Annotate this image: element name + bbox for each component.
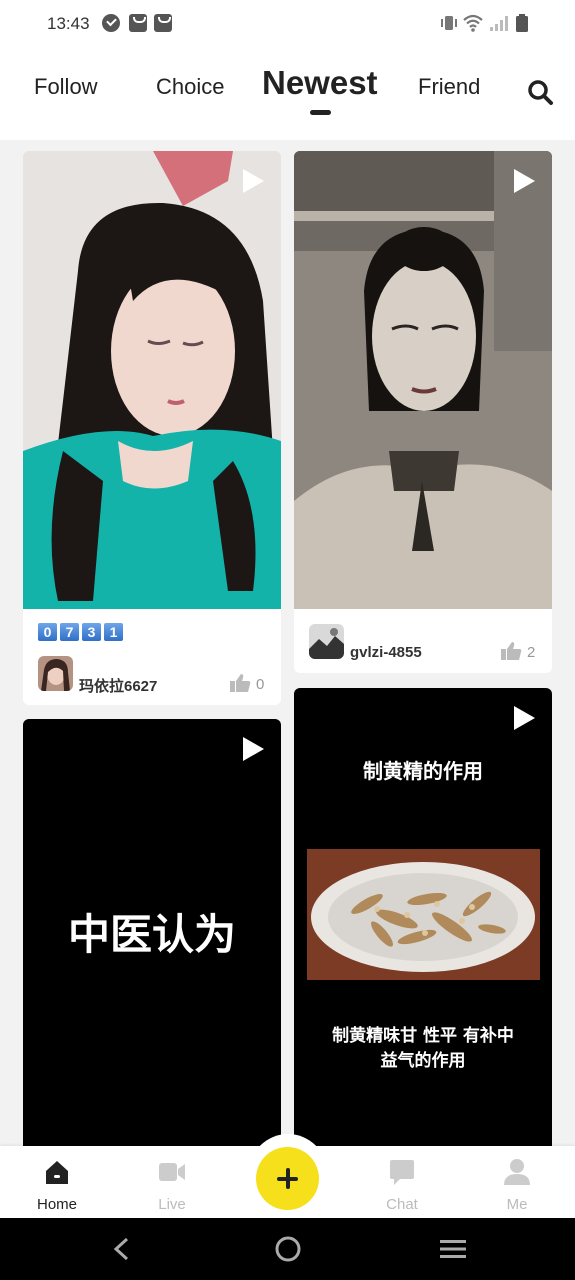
badge-digit: 0	[38, 623, 57, 641]
nav-home[interactable]: Home	[17, 1146, 97, 1218]
video-overlay-text: 中医认为	[67, 910, 236, 959]
home-icon	[46, 1161, 68, 1184]
user-number-badge: 0 7 3 1	[38, 623, 123, 641]
create-post-button[interactable]	[256, 1147, 319, 1210]
active-tab-indicator	[310, 110, 331, 115]
thumbnail-image	[294, 151, 552, 609]
badge-digit: 3	[82, 623, 101, 641]
avatar[interactable]	[309, 624, 344, 659]
status-bar: 13:43	[0, 0, 575, 48]
video-body-text: 制黄精味甘 性平 有补中 益气的作用	[314, 1024, 532, 1074]
play-icon	[514, 706, 535, 730]
nav-label: Chat	[386, 1196, 418, 1213]
tab-choice[interactable]: Choice	[156, 74, 224, 100]
wifi-icon	[463, 14, 483, 32]
username[interactable]: 玛依拉6627	[79, 675, 157, 696]
video-card[interactable]: gvlzi-4855 2	[294, 151, 552, 673]
play-icon	[243, 169, 264, 193]
badge-digit: 7	[60, 623, 79, 641]
video-camera-icon	[159, 1163, 185, 1181]
top-tab-bar: Follow Choice Newest Friend	[0, 48, 575, 140]
battery-icon	[516, 14, 528, 32]
signal-icon	[490, 16, 508, 31]
video-card[interactable]: 中医认为	[23, 719, 281, 1146]
video-thumbnail[interactable]	[23, 151, 281, 609]
tab-follow[interactable]: Follow	[34, 74, 98, 100]
search-icon[interactable]	[526, 78, 554, 106]
body-line: 益气的作用	[380, 1051, 466, 1071]
recents-menu-icon[interactable]	[438, 1236, 468, 1262]
video-feed: 0 7 3 1 玛依拉6627 0 gvlzi-4855 2 中医认为 制黄精的…	[0, 140, 575, 1146]
herb-dish-image	[307, 849, 540, 980]
nav-label: Home	[36, 1196, 77, 1213]
check-circle-icon	[102, 14, 120, 32]
nav-live[interactable]: Live	[132, 1146, 212, 1218]
video-thumbnail[interactable]	[294, 151, 552, 609]
video-card[interactable]: 制黄精的作用 制黄精味甘 性平 有补中 益气的作用	[294, 688, 552, 1146]
body-line: 制黄精味甘 性平 有补中	[332, 1026, 514, 1046]
nav-label: Live	[158, 1196, 186, 1213]
thumbs-up-icon[interactable]	[500, 641, 522, 661]
system-nav-bar	[0, 1218, 575, 1280]
badge-digit: 1	[104, 623, 123, 641]
video-card[interactable]: 0 7 3 1 玛依拉6627 0	[23, 151, 281, 705]
like-count: 2	[527, 644, 536, 661]
tab-newest[interactable]: Newest	[262, 64, 378, 102]
person-icon	[504, 1159, 530, 1185]
status-time: 13:43	[47, 14, 90, 33]
tab-friend[interactable]: Friend	[418, 74, 480, 100]
avatar[interactable]	[38, 656, 73, 691]
thumbs-up-icon[interactable]	[229, 673, 251, 693]
home-circle-icon[interactable]	[273, 1236, 303, 1262]
chat-bubble-icon	[390, 1160, 414, 1185]
video-title-text: 制黄精的作用	[363, 759, 483, 783]
username[interactable]: gvlzi-4855	[350, 644, 422, 661]
shopping-bag-icon	[129, 14, 147, 32]
shopping-bag-icon	[154, 14, 172, 32]
back-icon[interactable]	[107, 1236, 137, 1262]
thumbnail-image	[23, 151, 281, 609]
like-count: 0	[256, 676, 265, 693]
nav-me[interactable]: Me	[477, 1146, 557, 1218]
play-icon	[243, 737, 264, 761]
vibrate-icon	[441, 16, 457, 30]
play-icon	[514, 169, 535, 193]
nav-chat[interactable]: Chat	[362, 1146, 442, 1218]
nav-label: Me	[506, 1196, 528, 1213]
